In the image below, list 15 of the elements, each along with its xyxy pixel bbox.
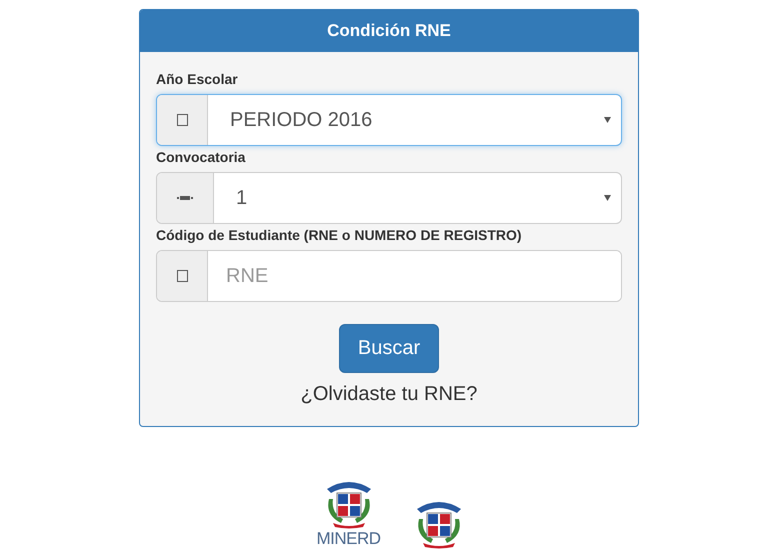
bar-icon <box>177 196 193 200</box>
field-label: Convocatoria <box>156 149 246 165</box>
caret-icon <box>604 195 611 201</box>
input-field[interactable]: RNE <box>156 250 622 302</box>
logo-text: MINERD <box>316 529 381 549</box>
field-label: Código de Estudiante (RNE o NUMERO DE REGISTRO) <box>156 227 523 243</box>
select-field[interactable]: PERIODO 2016 <box>156 94 622 146</box>
square-icon <box>176 270 188 282</box>
panel-title: Condición RNE <box>140 10 638 52</box>
select-field[interactable]: 1 <box>156 172 622 224</box>
search-button[interactable]: Buscar <box>338 324 440 373</box>
caret-icon <box>604 117 611 123</box>
square-icon <box>176 114 188 126</box>
field-label: Año Escolar <box>156 71 239 87</box>
forgot-link[interactable]: ¿Olvidaste tu RNE? <box>300 383 478 406</box>
